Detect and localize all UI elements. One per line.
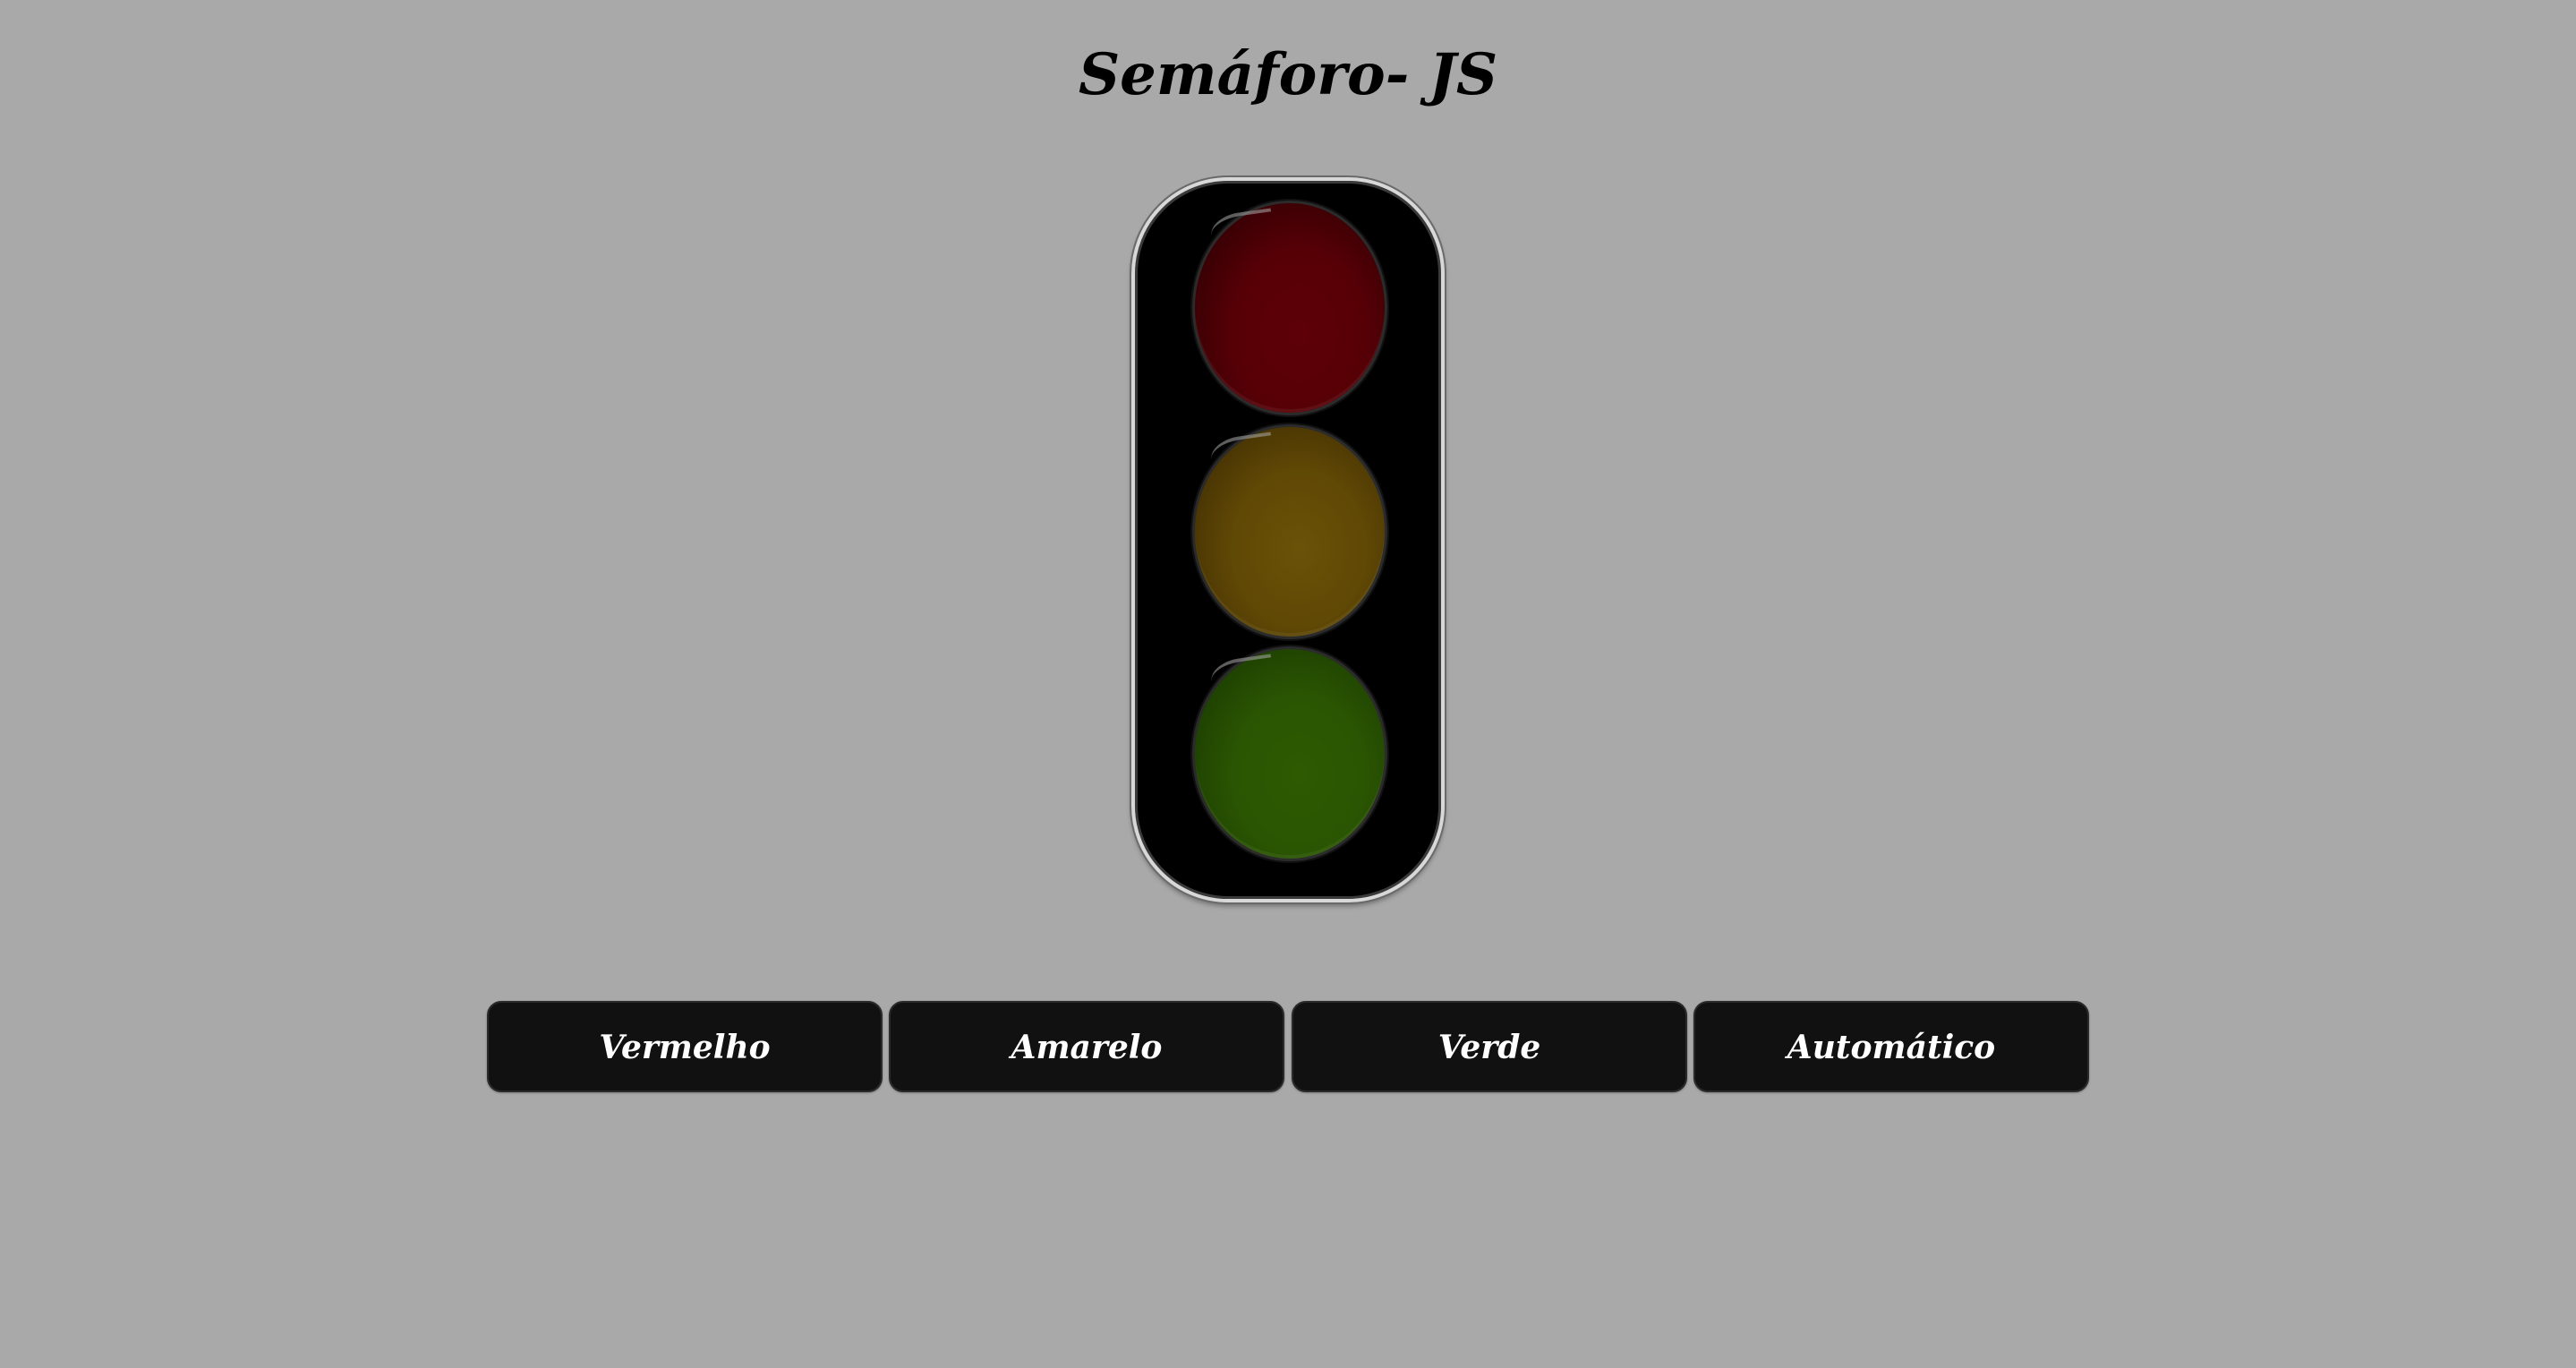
- yellow-light: [1192, 424, 1387, 639]
- green-light: [1192, 646, 1387, 861]
- red-light: [1192, 201, 1387, 415]
- green-button[interactable]: Verde: [1292, 1001, 1687, 1092]
- page: Semáforo- JS Vermelho Amarelo Verde Auto…: [0, 0, 2576, 1368]
- page-title: Semáforo- JS: [1078, 41, 1498, 108]
- yellow-button[interactable]: Amarelo: [889, 1001, 1284, 1092]
- traffic-light: [1131, 177, 1445, 902]
- automatic-button[interactable]: Automático: [1693, 1001, 2089, 1092]
- red-button[interactable]: Vermelho: [487, 1001, 883, 1092]
- button-bar: Vermelho Amarelo Verde Automático: [487, 1001, 2089, 1092]
